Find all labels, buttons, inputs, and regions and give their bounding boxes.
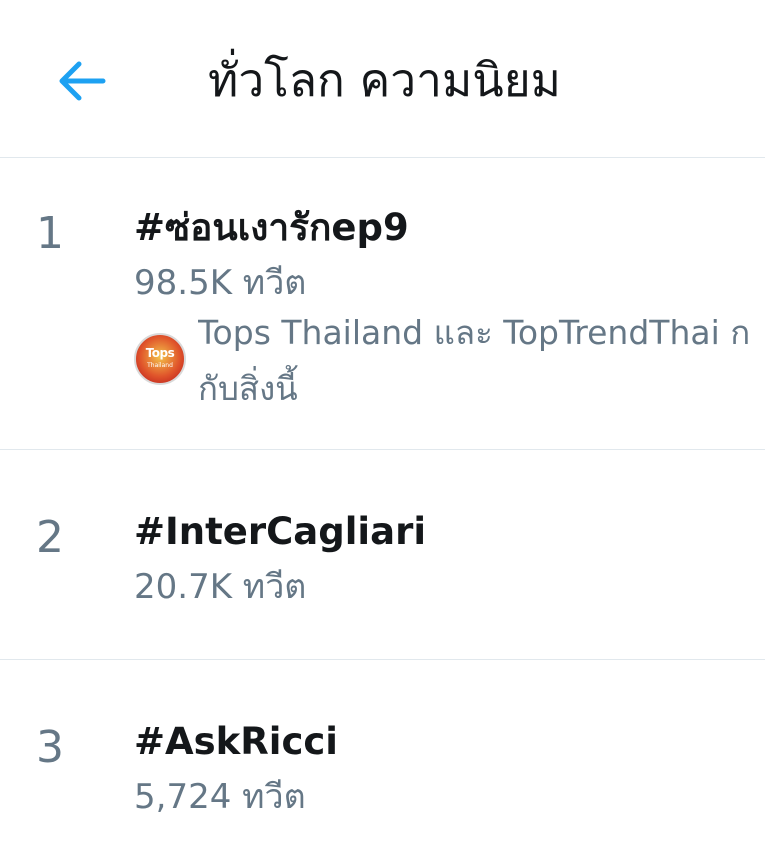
- avatar-logo-text: Tops: [145, 346, 175, 360]
- page-title: ทั่วโลก ความนิยม: [208, 53, 561, 107]
- trend-context-line-2: กับสิ่งนี้: [198, 369, 298, 408]
- trend-rank: 3: [36, 722, 64, 773]
- trend-item-3[interactable]: 3 #AskRicci 5,724 ทวีต: [0, 660, 765, 848]
- tweet-count: 20.7K ทวีต: [134, 567, 307, 607]
- arrow-left-icon: [59, 61, 106, 101]
- avatar: Tops Thailand: [134, 333, 186, 385]
- trend-context-line-1: Tops Thailand และ TopTrendThai ก: [198, 313, 751, 352]
- trend-name: #AskRicci: [134, 720, 338, 763]
- trend-rank: 1: [36, 208, 64, 259]
- trend-item-2[interactable]: 2 #InterCagliari 20.7K ทวีต: [0, 450, 765, 660]
- trend-rank: 2: [36, 512, 64, 563]
- trend-name: #InterCagliari: [134, 510, 427, 553]
- tweet-count: 98.5K ทวีต: [134, 263, 307, 303]
- avatar-logo-subtext: Thailand: [147, 362, 173, 369]
- header-bar: ทั่วโลก ความนิยม: [0, 0, 765, 158]
- back-button[interactable]: [52, 52, 110, 110]
- trend-name: #ซ่อนเงารักep9: [134, 206, 409, 249]
- tweet-count: 5,724 ทวีต: [134, 777, 306, 817]
